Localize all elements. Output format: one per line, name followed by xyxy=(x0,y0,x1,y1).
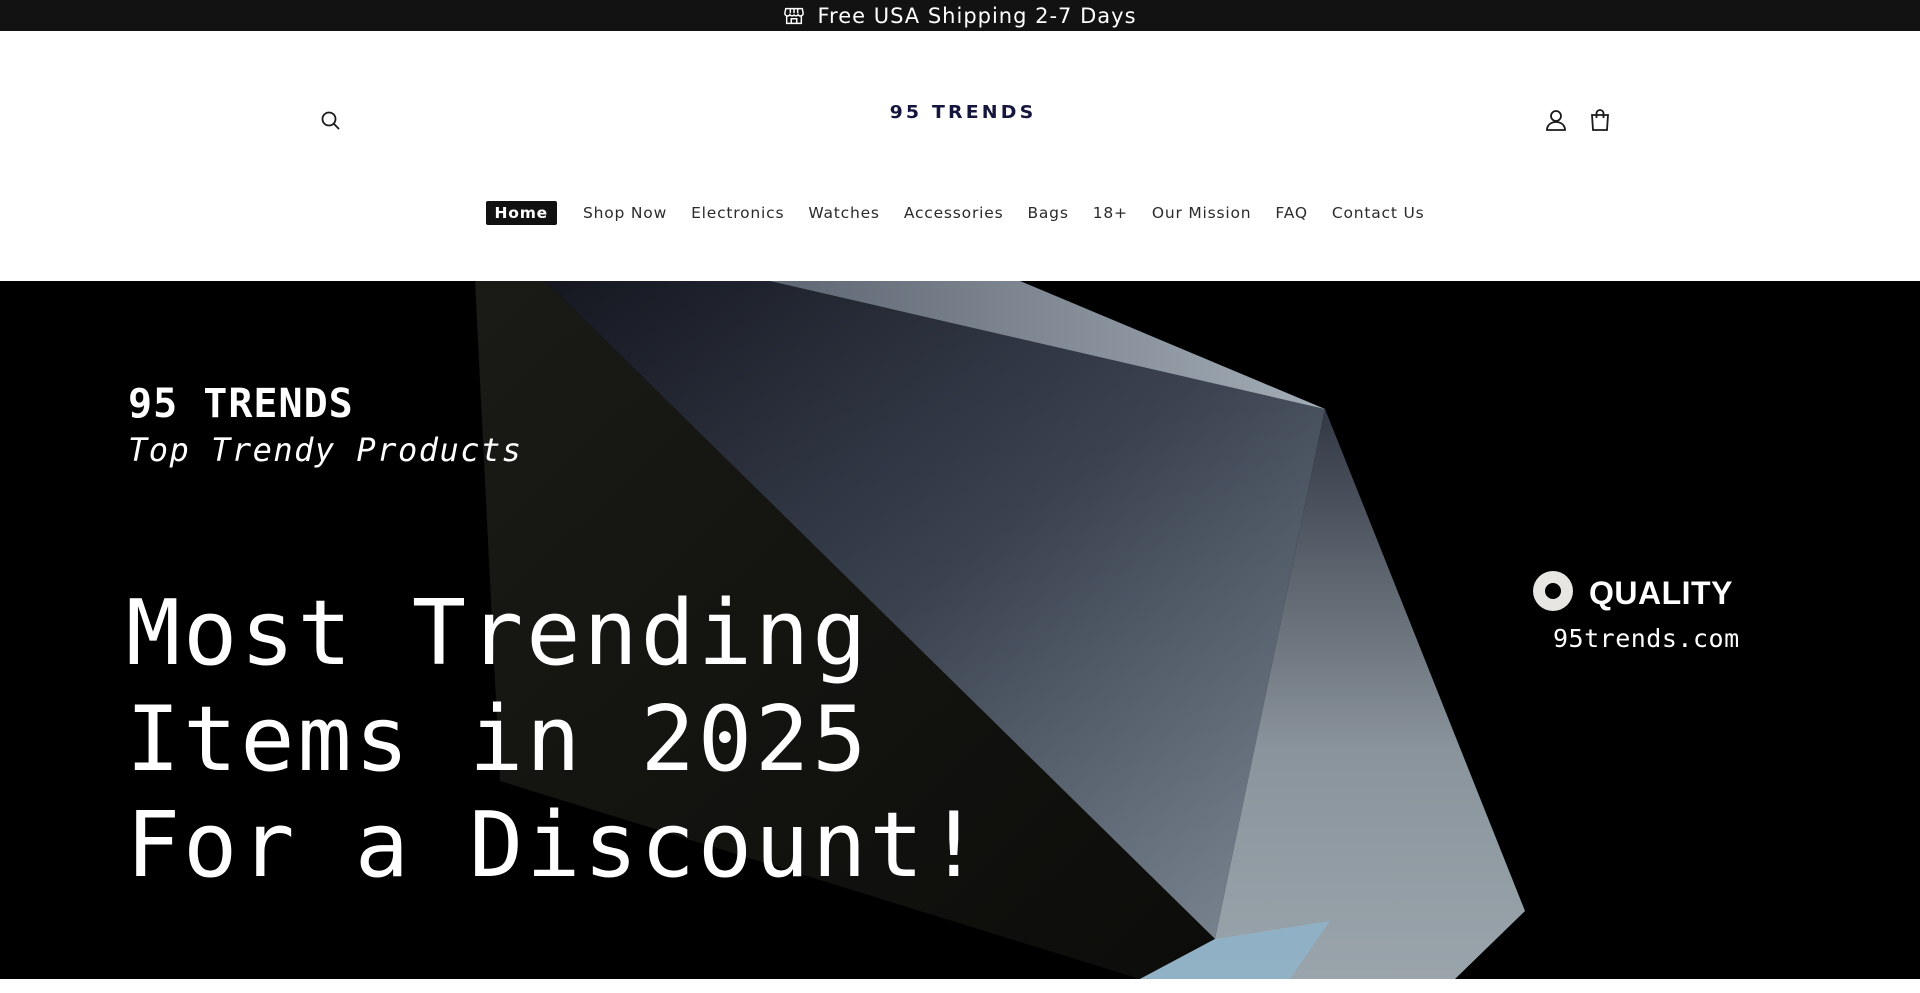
nav-item-home[interactable]: Home xyxy=(485,201,557,225)
hero-headline-line: Items in 2025 xyxy=(126,687,870,792)
quality-url: 95trends.com xyxy=(1553,624,1740,653)
nav-item-18-plus[interactable]: 18+ xyxy=(1083,201,1138,225)
hero-headline-line: For a Discount! xyxy=(126,793,984,898)
announcement-text: Free USA Shipping 2-7 Days xyxy=(817,3,1137,28)
cart-bag-icon[interactable] xyxy=(1587,107,1613,133)
quality-badge: QUALITY xyxy=(1533,571,1733,615)
page-divider xyxy=(0,979,1920,993)
nav-item-our-mission[interactable]: Our Mission xyxy=(1142,201,1262,225)
hero-headline: Most Trending Items in 2025 For a Discou… xyxy=(126,581,1126,899)
nav-item-shop-now[interactable]: Shop Now xyxy=(573,201,677,225)
nav-item-contact-us[interactable]: Contact Us xyxy=(1322,201,1435,225)
nav-item-faq[interactable]: FAQ xyxy=(1265,201,1317,225)
main-nav: Home Shop Now Electronics Watches Access… xyxy=(0,199,1920,227)
hero-brand: 95 TRENDS xyxy=(128,381,354,427)
announcement-bar: Free USA Shipping 2-7 Days xyxy=(0,0,1920,31)
site-logo[interactable]: 95 TRENDS xyxy=(888,99,1037,127)
hero-headline-line: Most Trending xyxy=(126,581,870,686)
nav-item-accessories[interactable]: Accessories xyxy=(894,201,1014,225)
search-icon[interactable] xyxy=(318,108,344,134)
storefront-icon xyxy=(783,5,805,27)
nav-item-watches[interactable]: Watches xyxy=(798,201,889,225)
quality-dot-icon xyxy=(1533,571,1573,615)
hero-tagline: Top Trendy Products xyxy=(128,431,523,469)
quality-label: QUALITY xyxy=(1589,574,1733,611)
nav-item-bags[interactable]: Bags xyxy=(1017,201,1078,225)
hero-banner[interactable]: 95 TRENDS Top Trendy Products Most Trend… xyxy=(0,281,1920,979)
account-icon[interactable] xyxy=(1543,107,1569,133)
site-header: 95 TRENDS Home Shop Now Electronics Watc… xyxy=(0,31,1920,281)
nav-item-electronics[interactable]: Electronics xyxy=(681,201,794,225)
